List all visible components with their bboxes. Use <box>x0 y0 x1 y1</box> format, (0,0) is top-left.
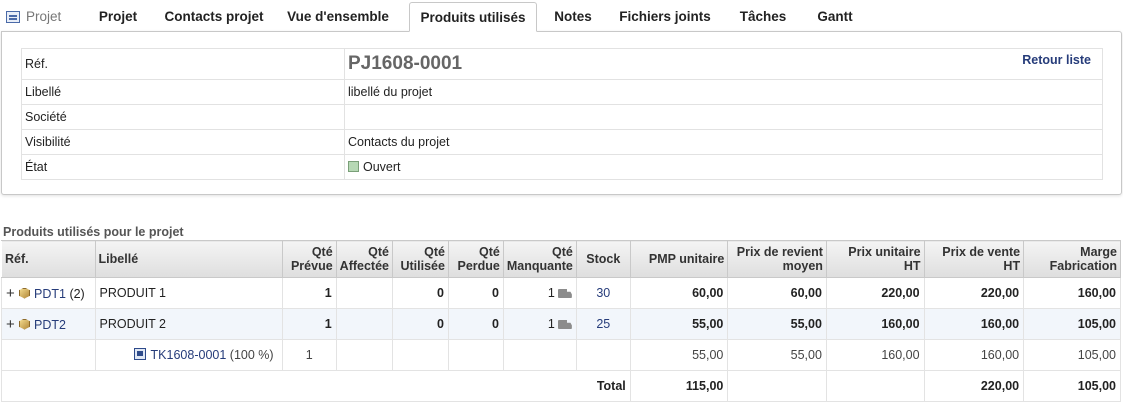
ref-cell: + PDT2 <box>1 308 96 340</box>
pmp-cell: 55,00 <box>629 308 729 340</box>
product-link[interactable]: PDT2 <box>34 318 66 332</box>
tab-notes[interactable]: Notes <box>547 2 599 32</box>
visibilite-label: Visibilité <box>21 129 345 155</box>
col-prix-unitaire[interactable]: Prix unitaire HT <box>825 240 925 278</box>
perdue-cell: 0 <box>447 277 504 309</box>
marge-cell: 105,00 <box>1023 339 1121 371</box>
total-pmp: 115,00 <box>629 370 729 402</box>
tab-contacts-projet[interactable]: Contacts projet <box>156 2 272 32</box>
section-title: Produits utilisés pour le projet <box>3 225 184 239</box>
task-link[interactable]: TK1608-0001 <box>151 348 227 362</box>
stock-cell[interactable]: 30 <box>575 277 631 309</box>
col-marge[interactable]: Marge Fabrication <box>1023 240 1121 278</box>
manquante-cell: 1 <box>502 277 577 309</box>
tab-gantt[interactable]: Gantt <box>806 2 864 32</box>
tab-project-home[interactable]: Projet <box>2 2 77 32</box>
prevue-cell: 1 <box>281 339 337 371</box>
total-prix-vente: 220,00 <box>923 370 1025 402</box>
prix-vente-cell: 160,00 <box>923 339 1025 371</box>
perdue-cell: 0 <box>447 308 504 340</box>
status-square-icon <box>348 161 359 172</box>
tab-bar: Projet Projet Contacts projet Vue d'ense… <box>0 0 1123 32</box>
marge-cell: 160,00 <box>1023 277 1121 309</box>
col-stock[interactable]: Stock <box>575 240 631 278</box>
prevue-cell: 1 <box>281 308 337 340</box>
stock-cell[interactable]: 25 <box>575 308 631 340</box>
col-qte-affectee[interactable]: Qté Affectée <box>335 240 394 278</box>
expand-icon[interactable]: + <box>6 285 16 302</box>
prix-unitaire-cell: 220,00 <box>825 277 925 309</box>
pmp-cell: 60,00 <box>629 277 729 309</box>
table-row: + PDT1 (2) PRODUIT 1 1 0 0 1 30 60,00 60,… <box>1 277 1121 309</box>
col-qte-perdue[interactable]: Qté Perdue <box>447 240 504 278</box>
libelle-cell: PRODUIT 2 <box>94 308 283 340</box>
etat-label: État <box>21 154 345 180</box>
col-qte-prevue[interactable]: Qté Prévue <box>281 240 337 278</box>
product-icon <box>19 287 30 299</box>
prix-revient-cell: 55,00 <box>727 308 827 340</box>
prevue-cell: 1 <box>281 277 337 309</box>
ref-cell: + PDT1 (2) <box>1 277 96 309</box>
prix-revient-cell: 60,00 <box>727 277 827 309</box>
utilisee-cell: 0 <box>392 277 449 309</box>
libelle-value: libellé du projet <box>344 79 1103 105</box>
col-qte-utilisee[interactable]: Qté Utilisée <box>392 240 449 278</box>
tab-vue-ensemble[interactable]: Vue d'ensemble <box>280 2 396 32</box>
prix-vente-cell: 220,00 <box>923 277 1025 309</box>
truck-icon[interactable] <box>557 289 572 298</box>
affectee-cell <box>335 277 394 309</box>
project-ref: PJ1608-0001 <box>348 53 463 74</box>
marge-cell: 105,00 <box>1023 308 1121 340</box>
ref-suffix: (2) <box>69 286 85 301</box>
societe-label: Société <box>21 104 345 130</box>
col-prix-revient[interactable]: Prix de revient moyen <box>727 240 827 278</box>
product-link[interactable]: PDT1 <box>34 287 66 301</box>
col-ref[interactable]: Réf. <box>1 240 96 278</box>
tab-taches[interactable]: Tâches <box>731 2 795 32</box>
manquante-cell: 1 <box>502 308 577 340</box>
table-row: + PDT2 PRODUIT 2 1 0 0 1 25 55,00 55,00 1… <box>1 308 1121 340</box>
tab-produits-utilises[interactable]: Produits utilisés <box>409 2 537 32</box>
expand-icon[interactable]: + <box>6 316 16 333</box>
truck-icon[interactable] <box>557 320 572 329</box>
col-libelle[interactable]: Libellé <box>94 240 283 278</box>
prix-vente-cell: 160,00 <box>923 308 1025 340</box>
total-label: Total <box>1 370 631 402</box>
project-icon <box>6 11 20 23</box>
back-to-list-link[interactable]: Retour liste <box>1022 53 1091 67</box>
prix-unitaire-cell: 160,00 <box>825 308 925 340</box>
affectee-cell <box>335 308 394 340</box>
col-qte-manquante[interactable]: Qté Manquante <box>502 240 577 278</box>
tab-fichiers-joints[interactable]: Fichiers joints <box>609 2 721 32</box>
task-icon <box>133 348 146 360</box>
etat-cell: Ouvert <box>344 154 1103 180</box>
tab-label: Projet <box>26 9 62 24</box>
utilisee-cell: 0 <box>392 308 449 340</box>
total-row: Total 115,00 220,00 105,00 <box>1 370 1121 402</box>
task-subrow: TK1608-0001 (100 %) 1 55,00 55,00 160,00… <box>1 339 1121 371</box>
societe-value <box>344 104 1103 130</box>
libelle-label: Libellé <box>21 79 345 105</box>
project-card: Réf. PJ1608-0001 Retour liste Libellé li… <box>1 31 1122 195</box>
product-icon <box>19 318 30 330</box>
ref-cell: PJ1608-0001 Retour liste <box>344 48 1103 80</box>
col-prix-vente[interactable]: Prix de vente HT <box>923 240 1025 278</box>
task-cell: TK1608-0001 (100 %) <box>94 339 283 371</box>
etat-value: Ouvert <box>363 160 401 174</box>
total-marge: 105,00 <box>1023 370 1121 402</box>
table-header-row: Réf. Libellé Qté Prévue Qté Affectée Qté Ut… <box>1 240 1121 278</box>
pmp-cell: 55,00 <box>629 339 729 371</box>
prix-revient-cell: 55,00 <box>727 339 827 371</box>
project-info-table: Réf. PJ1608-0001 Retour liste Libellé li… <box>21 48 1103 180</box>
products-table: Réf. Libellé Qté Prévue Qté Affectée Qté Ut… <box>1 240 1121 402</box>
task-percent: (100 %) <box>229 348 274 362</box>
col-pmp[interactable]: PMP unitaire <box>629 240 729 278</box>
libelle-cell: PRODUIT 1 <box>94 277 283 309</box>
visibilite-value: Contacts du projet <box>344 129 1103 155</box>
tab-projet[interactable]: Projet <box>88 2 148 32</box>
ref-label: Réf. <box>21 48 345 80</box>
prix-unitaire-cell: 160,00 <box>825 339 925 371</box>
